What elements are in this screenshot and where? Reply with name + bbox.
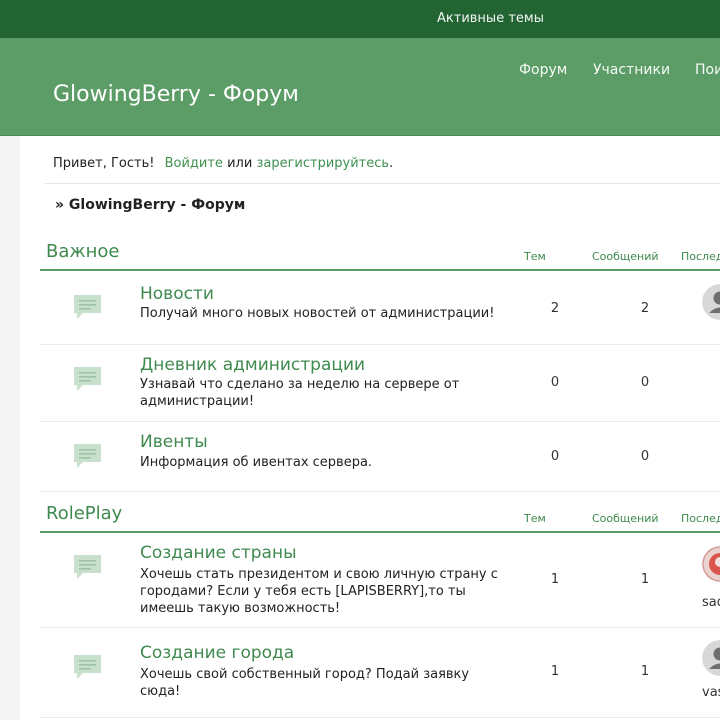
forum-bubble-icon [74, 367, 101, 391]
category-header: Важное Тем Сообщений Послед [40, 239, 720, 271]
forum-bubble-icon [74, 295, 101, 319]
nav-search[interactable]: Пои [695, 62, 720, 78]
user-silhouette-icon [702, 284, 720, 320]
forum-bubble-icon [74, 444, 101, 468]
col-posts-header: Сообщений [592, 250, 659, 263]
active-topics-link[interactable]: Активные темы [437, 11, 544, 26]
forum-title[interactable]: Дневник администрации [140, 355, 365, 375]
register-link[interactable]: зарегистрируйтесь [256, 156, 389, 171]
last-post-user[interactable]: vasiliy [702, 685, 720, 700]
forum-description: Информация об ивентах сервера. [140, 455, 373, 470]
category-header: RolePlay Тем Сообщений Послед [40, 501, 720, 533]
forum-row: Ивенты Информация об ивентах сервера. 0 … [40, 422, 720, 492]
breadcrumb[interactable]: » GlowingBerry - Форум [55, 197, 245, 213]
forum-row: Создание страны Хочешь стать президентом… [40, 533, 720, 628]
posts-count: 0 [640, 449, 650, 464]
user-photo-icon [702, 546, 720, 582]
nav-forum[interactable]: Форум [519, 62, 567, 78]
forum-description: Хочешь свой собственный город? Подай зая… [140, 667, 470, 699]
greeting-or: или [227, 156, 253, 171]
login-link[interactable]: Войдите [165, 156, 223, 171]
forum-description: Получай много новых новостей от админист… [140, 306, 495, 321]
topics-count: 1 [550, 572, 560, 587]
forum-title[interactable]: Ивенты [140, 432, 208, 452]
category-title[interactable]: Важное [46, 241, 119, 262]
forum-description: Узнавай что сделано за неделю на сервере… [140, 377, 460, 409]
forum-title[interactable]: Создание города [140, 643, 294, 663]
user-silhouette-icon [702, 640, 720, 676]
greeting-text: Привет, Гость! [53, 156, 155, 171]
col-last-header: Послед [681, 250, 720, 263]
topics-count: 0 [550, 449, 560, 464]
topics-count: 2 [550, 301, 560, 316]
forum-row: Новости Получай много новых новостей от … [40, 271, 720, 345]
last-post-user[interactable]: sadDe [702, 595, 720, 610]
forum-title[interactable]: Создание страны [140, 543, 297, 563]
forum-bubble-icon [74, 555, 101, 579]
col-posts-header: Сообщений [592, 512, 659, 525]
posts-count: 2 [640, 301, 650, 316]
topics-count: 0 [550, 375, 560, 390]
site-title[interactable]: GlowingBerry - Форум [53, 82, 299, 107]
forum-bubble-icon [74, 655, 101, 679]
photo-avatar[interactable] [702, 546, 720, 582]
forum-row: Дневник администрации Узнавай что сделан… [40, 345, 720, 422]
forum-title[interactable]: Новости [140, 284, 214, 304]
forum-row: Создание города Хочешь свой собственный … [40, 628, 720, 718]
col-topics-header: Тем [524, 512, 546, 525]
topics-count: 1 [550, 664, 560, 679]
default-avatar[interactable] [702, 640, 720, 676]
posts-count: 0 [640, 375, 650, 390]
col-topics-header: Тем [524, 250, 546, 263]
forum-description: Хочешь стать президентом и свою личную с… [140, 567, 498, 616]
guest-greeting: Привет, Гость! Войдите или зарегистрируй… [53, 156, 393, 171]
divider [45, 183, 720, 184]
col-last-header: Послед [681, 512, 720, 525]
top-bar: Активные темы [0, 0, 720, 38]
greeting-suffix: . [389, 156, 394, 171]
main-content: Привет, Гость! Войдите или зарегистрируй… [20, 136, 720, 720]
posts-count: 1 [640, 572, 650, 587]
posts-count: 1 [640, 664, 650, 679]
default-avatar[interactable] [702, 284, 720, 320]
nav-members[interactable]: Участники [593, 62, 670, 78]
category-title[interactable]: RolePlay [46, 503, 122, 524]
site-header: GlowingBerry - Форум Форум Участники Пои [0, 38, 720, 136]
